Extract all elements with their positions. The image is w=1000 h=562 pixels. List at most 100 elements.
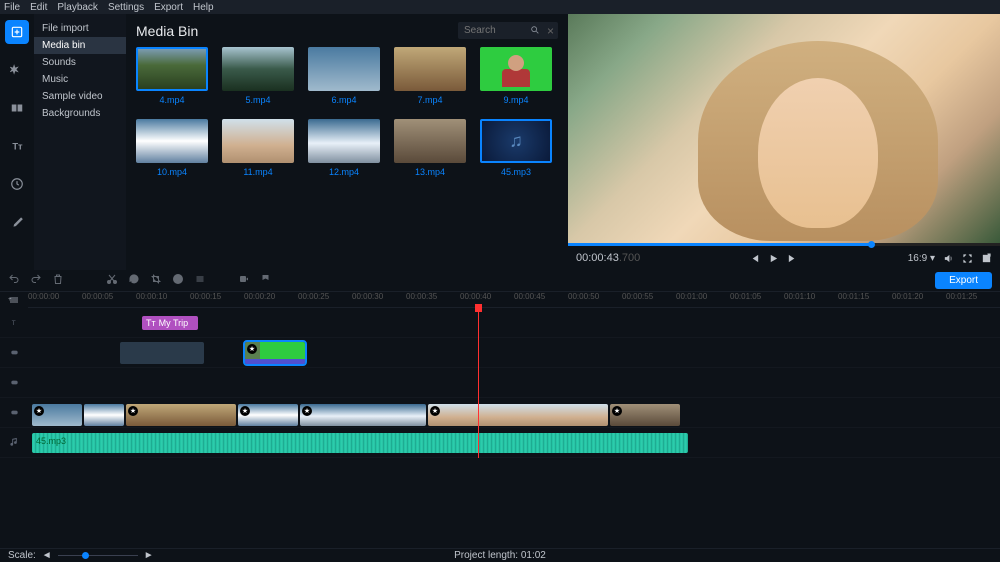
timeline-area: Export + 00:00:0000:00:0500:00:1000:00:1… <box>0 270 1000 550</box>
preview-video[interactable] <box>568 14 1000 243</box>
media-thumb-label-3[interactable]: 7.mp4 <box>394 95 466 105</box>
overlay-clip-2[interactable]: ★ <box>245 342 305 364</box>
media-thumb-9[interactable] <box>480 119 552 163</box>
overlay-audio-track-icon[interactable] <box>0 377 28 388</box>
detach-icon[interactable] <box>981 253 992 264</box>
clip-properties-icon[interactable] <box>172 273 184 288</box>
main-clip-6[interactable]: ★ <box>428 404 608 426</box>
project-length: Project length: 01:02 <box>454 550 546 561</box>
timeline-tracks: T Tт My Trip ★ ★ <box>0 308 1000 458</box>
media-thumb-2[interactable] <box>308 47 380 91</box>
ruler-tick: 00:00:15 <box>190 292 221 301</box>
sidebar-item-sounds[interactable]: Sounds <box>34 54 126 71</box>
main-clip-4[interactable]: ★ <box>238 404 298 426</box>
media-thumb-8[interactable] <box>394 119 466 163</box>
media-thumb-5[interactable] <box>136 119 208 163</box>
record-icon[interactable] <box>238 273 250 288</box>
import-tool-icon[interactable] <box>5 20 29 44</box>
preview-timecode: 00:00:43.700 <box>576 252 640 264</box>
redo-icon[interactable] <box>30 273 42 288</box>
sidebar-item-media-bin[interactable]: Media bin <box>34 37 126 54</box>
more-tools-icon[interactable] <box>5 210 29 234</box>
transitions-tool-icon[interactable] <box>5 96 29 120</box>
menu-help[interactable]: Help <box>193 2 214 13</box>
zoom-in-icon[interactable]: ► <box>144 550 154 561</box>
zoom-out-icon[interactable]: ◄ <box>42 550 52 561</box>
crop-icon[interactable] <box>150 273 162 288</box>
title-track-icon[interactable]: T <box>0 317 28 328</box>
sidebar-item-music[interactable]: Music <box>34 71 126 88</box>
media-thumb-label-9[interactable]: 45.mp3 <box>480 167 552 177</box>
svg-text:+: + <box>8 297 12 303</box>
media-thumb-label-2[interactable]: 6.mp4 <box>308 95 380 105</box>
scale-slider-thumb[interactable] <box>82 552 89 559</box>
stickers-tool-icon[interactable] <box>5 172 29 196</box>
rotate-icon[interactable] <box>128 273 140 288</box>
titles-tool-icon[interactable]: Tт <box>5 134 29 158</box>
media-bin-panel: Media Bin × 4.mp4 5.mp4 6.mp4 7.mp4 9.mp… <box>126 14 568 270</box>
add-track-button[interactable]: + <box>0 292 28 308</box>
media-thumb-label-5[interactable]: 10.mp4 <box>136 167 208 177</box>
title-clip[interactable]: Tт My Trip <box>142 316 198 330</box>
star-icon: ★ <box>34 406 44 416</box>
overlay-clip-1[interactable] <box>120 342 204 364</box>
volume-icon[interactable] <box>943 253 954 264</box>
preview-progress-bar[interactable] <box>568 243 1000 246</box>
media-thumb-6[interactable] <box>222 119 294 163</box>
export-button[interactable]: Export <box>935 272 992 289</box>
media-thumb-4[interactable] <box>480 47 552 91</box>
playhead[interactable] <box>478 308 479 458</box>
ruler-tick: 00:00:25 <box>298 292 329 301</box>
ruler-tick: 00:01:25 <box>946 292 977 301</box>
timeline-ruler[interactable]: 00:00:0000:00:0500:00:1000:00:1500:00:20… <box>28 292 1000 308</box>
prev-frame-button[interactable] <box>749 253 760 264</box>
media-thumb-label-1[interactable]: 5.mp4 <box>222 95 294 105</box>
main-clip-2[interactable] <box>84 404 124 426</box>
main-clip-3[interactable]: ★ <box>126 404 236 426</box>
main-clip-5[interactable]: ★ <box>300 404 426 426</box>
cut-icon[interactable] <box>106 273 118 288</box>
menu-edit[interactable]: Edit <box>30 2 47 13</box>
sidebar-item-backgrounds[interactable]: Backgrounds <box>34 105 126 122</box>
media-thumb-1[interactable] <box>222 47 294 91</box>
delete-icon[interactable] <box>52 273 64 288</box>
link-track-icon[interactable] <box>0 347 28 358</box>
media-sidebar: File import Media bin Sounds Music Sampl… <box>34 14 126 270</box>
marker-icon[interactable] <box>260 273 272 288</box>
play-button[interactable] <box>768 253 779 264</box>
main-clip-1[interactable]: ★ <box>32 404 82 426</box>
main-video-track-icon[interactable] <box>0 407 28 418</box>
media-thumb-label-0[interactable]: 4.mp4 <box>136 95 208 105</box>
chevron-down-icon: ▾ <box>930 253 935 264</box>
media-thumb-label-6[interactable]: 11.mp4 <box>222 167 294 177</box>
aspect-ratio-button[interactable]: 16:9 ▾ <box>908 253 935 264</box>
menu-playback[interactable]: Playback <box>57 2 98 13</box>
search-input[interactable] <box>458 22 558 39</box>
media-thumb-label-8[interactable]: 13.mp4 <box>394 167 466 177</box>
media-thumb-label-4[interactable]: 9.mp4 <box>480 95 552 105</box>
scale-slider[interactable] <box>58 555 138 556</box>
menu-export[interactable]: Export <box>154 2 183 13</box>
audio-clip[interactable]: 45.mp3 <box>32 433 688 453</box>
clear-search-icon[interactable]: × <box>547 24 554 38</box>
sidebar-item-file-import[interactable]: File import <box>34 20 126 37</box>
effects-tool-icon[interactable] <box>5 58 29 82</box>
undo-icon[interactable] <box>8 273 20 288</box>
search-icon <box>530 25 540 35</box>
main-clip-7[interactable]: ★ <box>610 404 680 426</box>
audio-track-icon[interactable] <box>0 437 28 448</box>
media-thumb-0[interactable] <box>136 47 208 91</box>
ruler-tick: 00:00:50 <box>568 292 599 301</box>
menu-file[interactable]: File <box>4 2 20 13</box>
star-icon: ★ <box>612 406 622 416</box>
star-icon: ★ <box>430 406 440 416</box>
next-frame-button[interactable] <box>787 253 798 264</box>
media-thumb-7[interactable] <box>308 119 380 163</box>
menu-settings[interactable]: Settings <box>108 2 144 13</box>
fullscreen-icon[interactable] <box>962 253 973 264</box>
media-thumb-3[interactable] <box>394 47 466 91</box>
ruler-tick: 00:00:10 <box>136 292 167 301</box>
color-adjust-icon[interactable] <box>194 273 206 288</box>
media-thumb-label-7[interactable]: 12.mp4 <box>308 167 380 177</box>
sidebar-item-sample-video[interactable]: Sample video <box>34 88 126 105</box>
